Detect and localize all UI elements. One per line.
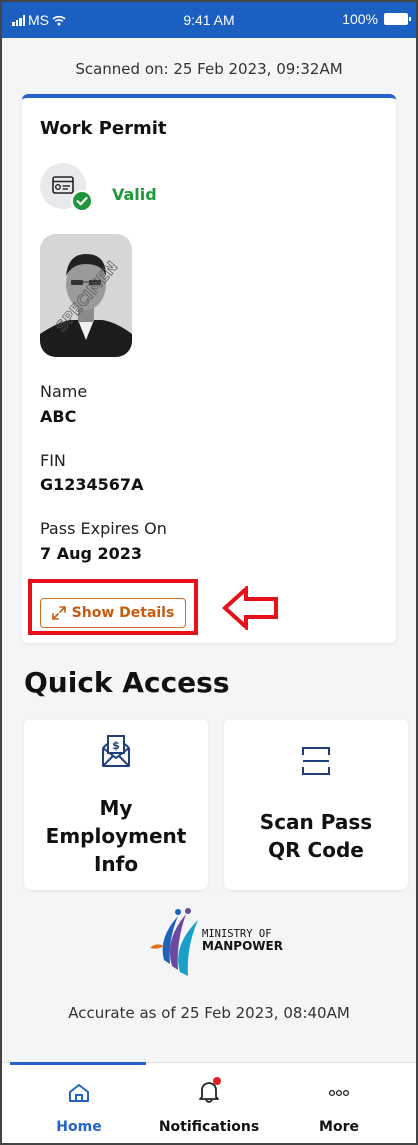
salary-envelope-icon: $ — [102, 735, 130, 767]
scan-frame-icon — [302, 747, 330, 775]
id-card-icon — [52, 176, 74, 194]
nav-more-label: More — [319, 1119, 359, 1135]
mom-emblem-icon — [150, 908, 198, 976]
status-bar: MS 9:41 AM 100% — [2, 2, 416, 38]
fin-value: G1234567A — [40, 475, 144, 494]
permit-status: Valid — [112, 185, 157, 204]
nav-notifications-label: Notifications — [158, 1119, 260, 1135]
accuracy-timestamp: Accurate as of 25 Feb 2023, 08:40AM — [68, 1004, 350, 1022]
logo-text: MINISTRY OF MANPOWER — [202, 928, 283, 953]
check-icon — [71, 190, 93, 212]
ministry-logo: MINISTRY OF MANPOWER — [148, 908, 298, 978]
scan-pass-tile[interactable]: Scan Pass QR Code — [224, 720, 408, 890]
employment-info-label-line2: Employment — [45, 824, 187, 848]
home-icon — [69, 1084, 89, 1102]
name-label: Name — [40, 382, 88, 401]
phone-screen: MS 9:41 AM 100% Scanned on: 25 Feb 2023,… — [0, 0, 418, 1145]
battery-percent: 100% — [342, 11, 378, 27]
scan-pass-label-line2: QR Code — [268, 838, 364, 862]
nav-notifications[interactable]: Notifications — [140, 1063, 278, 1143]
employment-info-label-line1: My — [99, 796, 133, 820]
battery-info: 100% — [342, 11, 411, 27]
expiry-label: Pass Expires On — [40, 519, 167, 538]
nav-home[interactable]: Home — [10, 1063, 148, 1143]
nav-more[interactable]: More — [270, 1063, 408, 1143]
notification-badge — [213, 1077, 221, 1085]
quick-access-title: Quick Access — [24, 666, 230, 699]
card-title: Work Permit — [40, 118, 167, 139]
id-card-status-icon — [40, 163, 93, 212]
annotation-arrow-icon — [222, 586, 278, 630]
employment-info-label-line3: Info — [93, 852, 139, 876]
expiry-value: 7 Aug 2023 — [40, 544, 143, 563]
employment-info-tile[interactable]: $ My Employment Info — [24, 720, 208, 890]
work-permit-card: Work Permit Valid SPECIMEN Name ABC FIN … — [22, 94, 396, 643]
more-dots-icon — [328, 1089, 350, 1097]
holder-photo: SPECIMEN — [40, 234, 132, 357]
scan-pass-label-line1: Scan Pass — [259, 810, 373, 834]
scanned-timestamp: Scanned on: 25 Feb 2023, 09:32AM — [75, 60, 343, 78]
battery-icon — [384, 13, 411, 25]
logo-line2: MANPOWER — [202, 939, 283, 953]
nav-home-label: Home — [56, 1119, 102, 1135]
annotation-highlight-box — [28, 579, 198, 635]
fin-label: FIN — [40, 451, 66, 470]
svg-text:$: $ — [112, 739, 120, 752]
bottom-nav: Home Notifications More — [2, 1062, 416, 1143]
name-value: ABC — [40, 407, 77, 426]
